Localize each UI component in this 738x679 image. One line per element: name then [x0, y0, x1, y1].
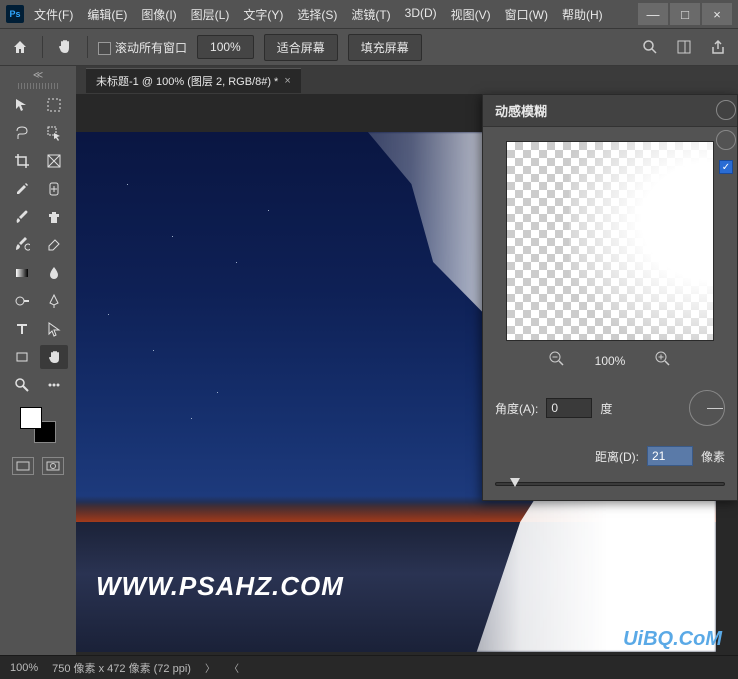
standard-mode-icon[interactable]	[12, 457, 34, 475]
distance-input[interactable]	[647, 446, 693, 466]
angle-input[interactable]	[546, 398, 592, 418]
status-chevron-icon[interactable]: 〉	[205, 660, 215, 675]
zoom-tool[interactable]	[8, 373, 36, 397]
menu-window[interactable]: 窗口(W)	[505, 6, 548, 23]
crop-tool[interactable]	[8, 149, 36, 173]
slider-thumb[interactable]	[510, 478, 520, 487]
edit-toolbar[interactable]	[40, 373, 68, 397]
hand-tool[interactable]	[40, 345, 68, 369]
window-controls: — □ ×	[638, 3, 732, 25]
home-icon[interactable]	[8, 35, 32, 59]
status-bar: 100% 750 像素 x 472 像素 (72 ppi) 〉 〈	[0, 655, 738, 679]
share-icon[interactable]	[706, 35, 730, 59]
clone-tool[interactable]	[40, 205, 68, 229]
quickmask-mode-icon[interactable]	[42, 457, 64, 475]
document-tab-row: 未标题-1 @ 100% (图层 2, RGB/8#) * ×	[76, 66, 738, 94]
zoom-level-button[interactable]: 100%	[197, 35, 254, 59]
options-bar: 滚动所有窗口 100% 适合屏幕 填充屏幕	[0, 28, 738, 66]
menu-layer[interactable]: 图层(L)	[191, 6, 230, 23]
color-swatches[interactable]	[20, 407, 56, 443]
menu-help[interactable]: 帮助(H)	[562, 6, 603, 23]
status-zoom[interactable]: 100%	[10, 662, 38, 674]
close-button[interactable]: ×	[702, 3, 732, 25]
title-bar: Ps 文件(F) 编辑(E) 图像(I) 图层(L) 文字(Y) 选择(S) 滤…	[0, 0, 738, 28]
lasso-tool[interactable]	[8, 121, 36, 145]
eraser-tool[interactable]	[40, 233, 68, 257]
brush-tool[interactable]	[8, 205, 36, 229]
zoom-in-icon[interactable]	[655, 351, 671, 370]
side-cancel-icon[interactable]	[716, 130, 736, 150]
collapse-toolbox-icon[interactable]: ≪	[33, 70, 43, 81]
menu-image[interactable]: 图像(I)	[141, 6, 176, 23]
eyedropper-tool[interactable]	[8, 177, 36, 201]
angle-label: 角度(A):	[495, 400, 538, 417]
history-brush-tool[interactable]	[8, 233, 36, 257]
healing-tool[interactable]	[40, 177, 68, 201]
dodge-tool[interactable]	[8, 289, 36, 313]
angle-unit: 度	[600, 400, 612, 417]
frame-tool[interactable]	[40, 149, 68, 173]
workspace-icon[interactable]	[672, 35, 696, 59]
scroll-all-option[interactable]: 滚动所有窗口	[98, 39, 187, 56]
document-tab[interactable]: 未标题-1 @ 100% (图层 2, RGB/8#) * ×	[86, 68, 301, 93]
app-logo: Ps	[6, 5, 24, 23]
side-ok-icon[interactable]	[716, 100, 736, 120]
foreground-color[interactable]	[20, 407, 42, 429]
close-tab-icon[interactable]: ×	[284, 75, 290, 87]
pen-tool[interactable]	[40, 289, 68, 313]
minimize-button[interactable]: —	[638, 3, 668, 25]
rectangle-tool[interactable]	[8, 345, 36, 369]
menu-edit[interactable]: 编辑(E)	[87, 6, 127, 23]
checkbox-icon[interactable]	[98, 42, 111, 55]
maximize-button[interactable]: □	[670, 3, 700, 25]
dialog-title: 动感模糊	[483, 95, 737, 127]
angle-dial[interactable]	[689, 390, 725, 426]
dialog-side-controls: ✓	[716, 100, 736, 174]
menu-filter[interactable]: 滤镜(T)	[351, 6, 390, 23]
main-menu: 文件(F) 编辑(E) 图像(I) 图层(L) 文字(Y) 选择(S) 滤镜(T…	[34, 6, 603, 23]
menu-view[interactable]: 视图(V)	[451, 6, 491, 23]
status-docinfo[interactable]: 750 像素 x 472 像素 (72 ppi)	[52, 660, 191, 676]
panel-grip[interactable]	[18, 83, 58, 89]
distance-label: 距离(D):	[595, 448, 639, 465]
gradient-tool[interactable]	[8, 261, 36, 285]
filter-preview[interactable]	[506, 141, 714, 341]
separator	[42, 36, 43, 58]
brand-watermark: UiBQ.CoM	[623, 628, 722, 651]
distance-slider[interactable]	[495, 482, 725, 486]
menu-file[interactable]: 文件(F)	[34, 6, 73, 23]
preview-effect	[569, 142, 713, 340]
marquee-tool[interactable]	[40, 93, 68, 117]
status-chevron-icon[interactable]: 〈	[229, 660, 239, 675]
hand-icon[interactable]	[53, 35, 77, 59]
preview-checkbox[interactable]: ✓	[719, 160, 733, 174]
move-tool[interactable]	[8, 93, 36, 117]
toolbox: ≪	[0, 66, 76, 655]
menu-type[interactable]: 文字(Y)	[243, 6, 283, 23]
type-tool[interactable]	[8, 317, 36, 341]
watermark-text: WWW.PSAHZ.COM	[96, 571, 344, 602]
fit-screen-button[interactable]: 适合屏幕	[264, 34, 338, 61]
separator	[87, 36, 88, 58]
zoom-out-icon[interactable]	[549, 351, 565, 370]
menu-3d[interactable]: 3D(D)	[405, 6, 437, 23]
preview-zoom-value: 100%	[595, 354, 626, 368]
blur-tool[interactable]	[40, 261, 68, 285]
search-icon[interactable]	[638, 35, 662, 59]
motion-blur-dialog[interactable]: 动感模糊 100% 角度(A): 度 距离(D): 像素	[482, 94, 738, 501]
path-select-tool[interactable]	[40, 317, 68, 341]
menu-select[interactable]: 选择(S)	[297, 6, 337, 23]
quick-select-tool[interactable]	[40, 121, 68, 145]
tab-label: 未标题-1 @ 100% (图层 2, RGB/8#) *	[96, 73, 278, 89]
distance-unit: 像素	[701, 448, 725, 465]
fill-screen-button[interactable]: 填充屏幕	[348, 34, 422, 61]
